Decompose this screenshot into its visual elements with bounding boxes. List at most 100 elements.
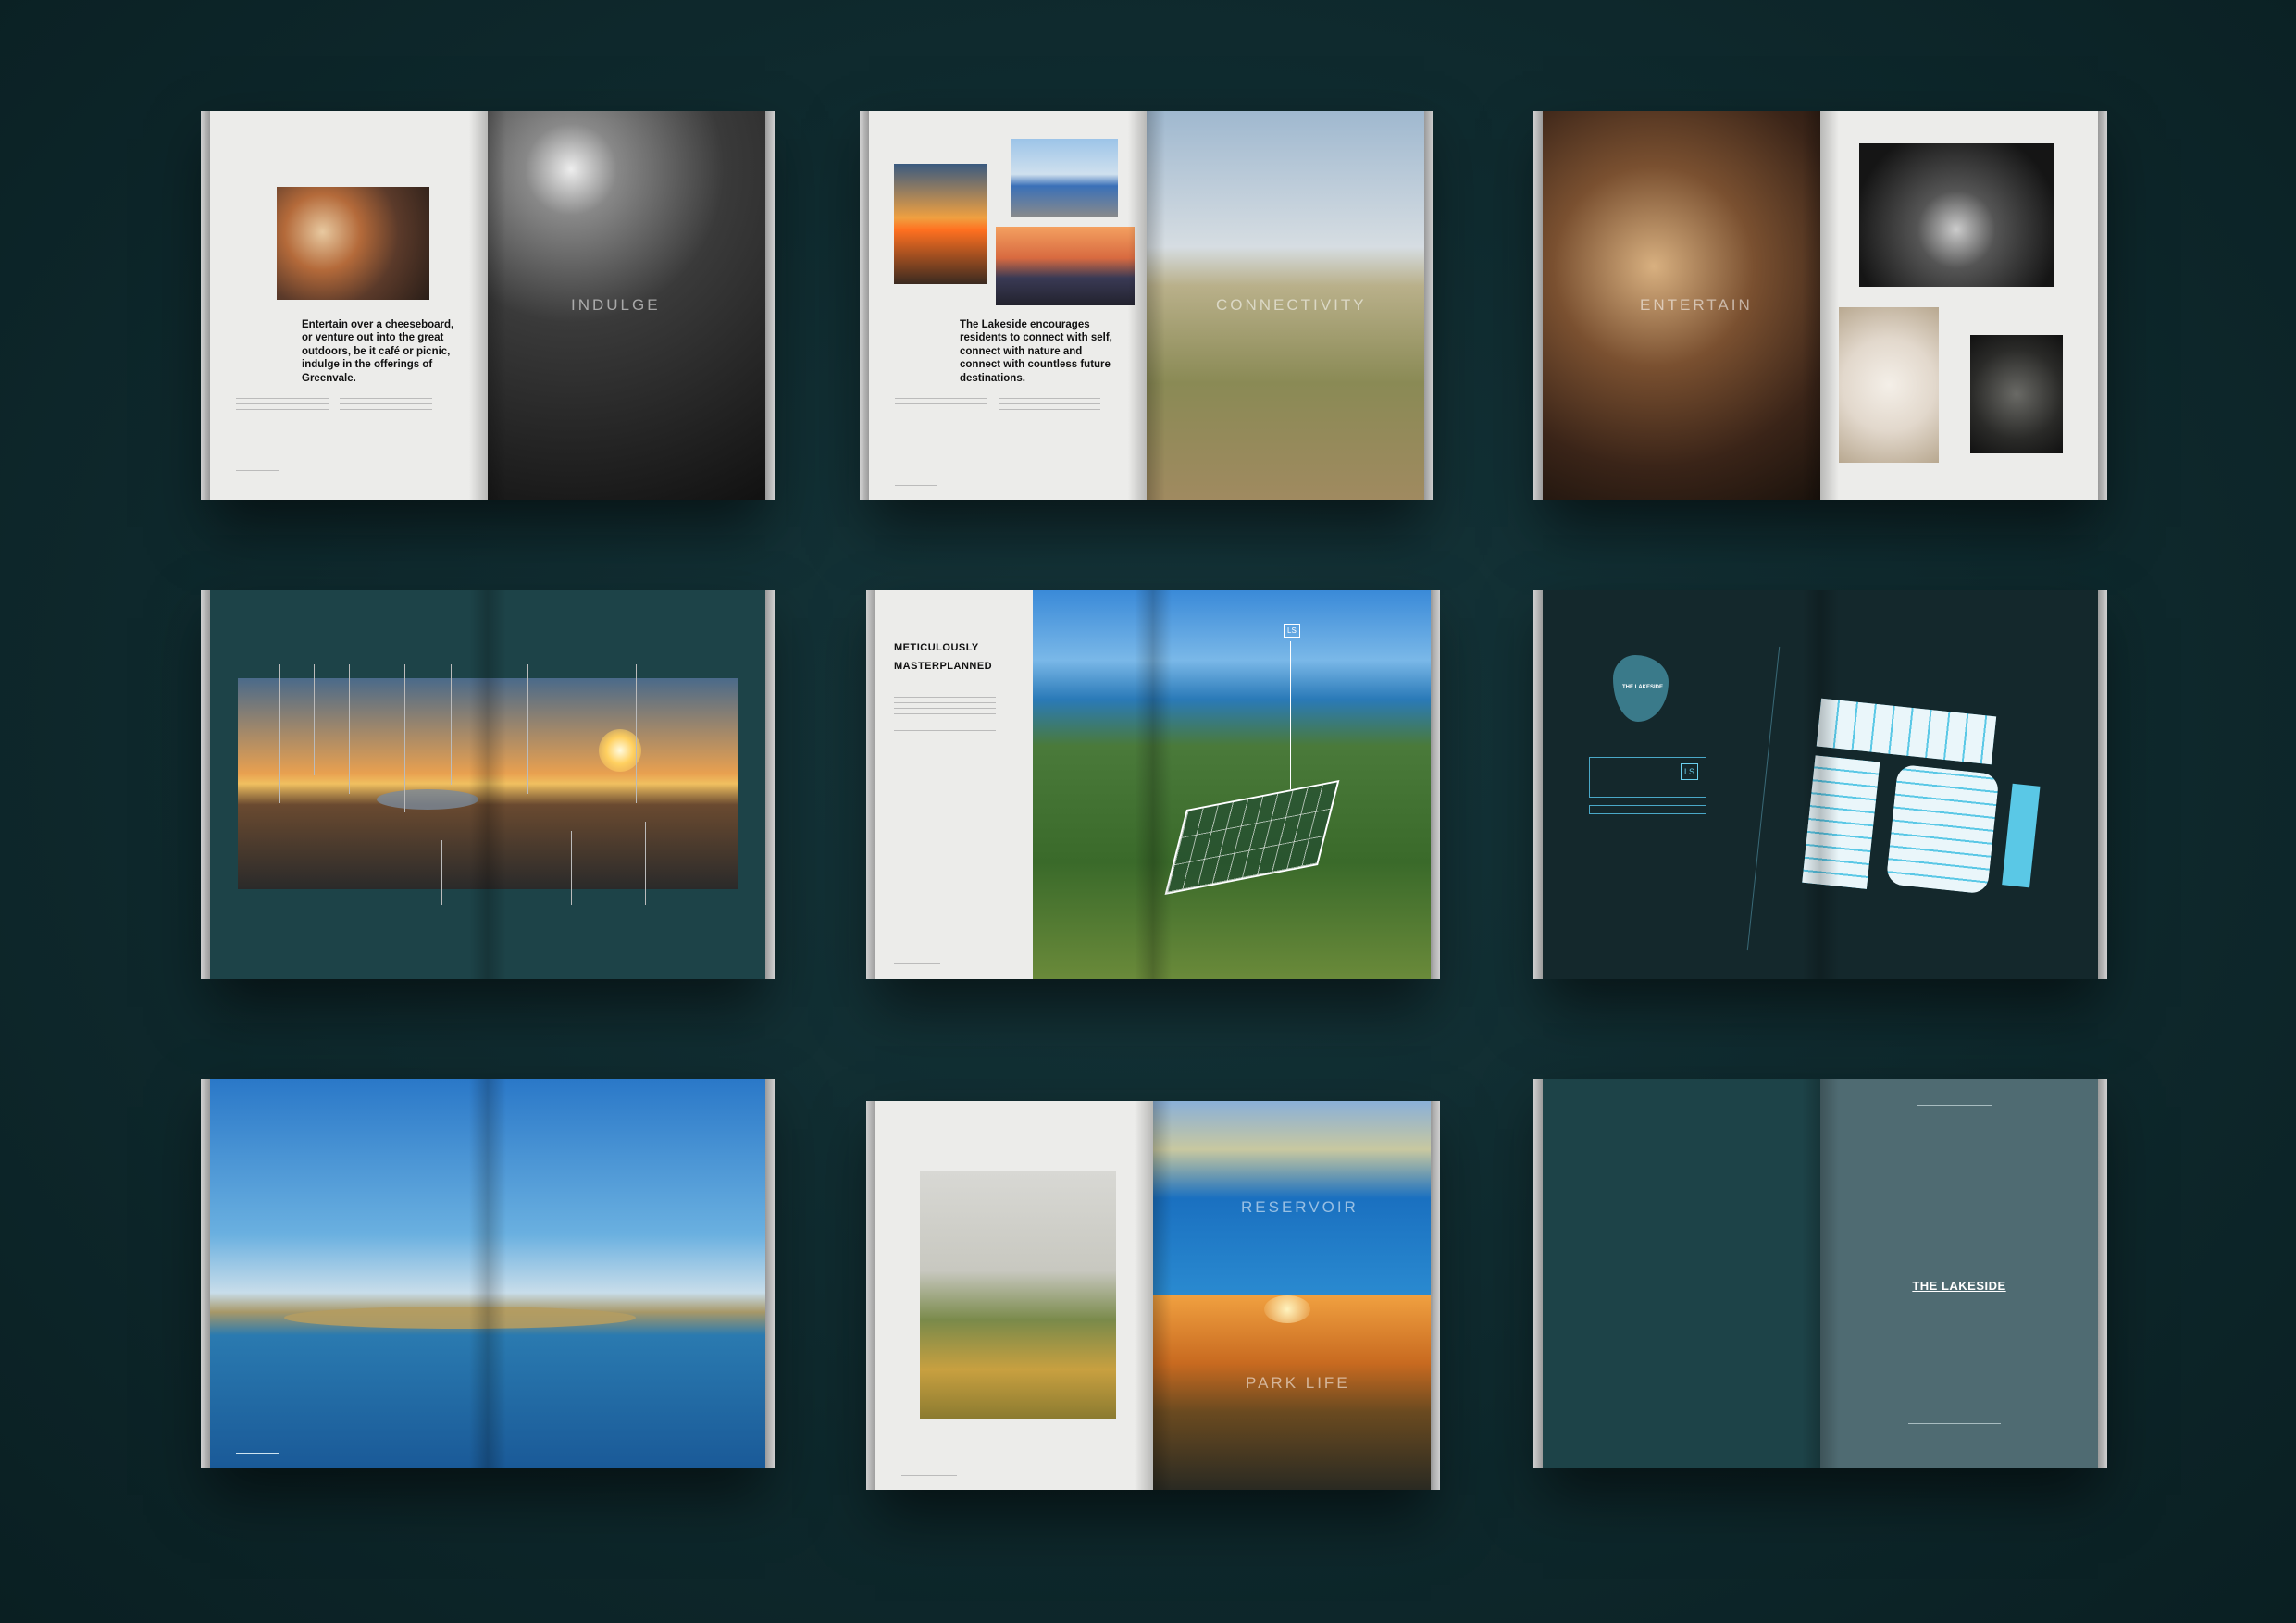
spread-masterplan: METICULOUSLY MASTERPLANNED LS bbox=[866, 590, 1440, 979]
cover-brand-wordmark: THE LAKESIDE bbox=[1912, 1279, 2006, 1293]
page-edge-right bbox=[765, 1079, 775, 1468]
market-bw-photo: INDULGE bbox=[488, 111, 765, 500]
cafe-coffee-photo bbox=[1839, 307, 1939, 463]
lot-block-top bbox=[1816, 698, 1997, 765]
spread-panorama bbox=[201, 590, 775, 979]
body-copy-line bbox=[340, 409, 432, 410]
mockup-canvas: { "spreads": { "indulge": { "headline": … bbox=[0, 0, 2296, 1623]
indulge-headline: Entertain over a cheeseboard, or venture… bbox=[302, 319, 454, 384]
food-platter-photo bbox=[277, 187, 429, 300]
sunset-photo bbox=[894, 164, 987, 284]
footer-line bbox=[901, 1475, 957, 1476]
road-line bbox=[1746, 646, 1781, 951]
footer-line bbox=[236, 1453, 279, 1454]
page-edge-left bbox=[866, 590, 875, 979]
spread-lake bbox=[201, 1079, 775, 1468]
body-copy-line bbox=[894, 702, 996, 703]
airport-aerial-photo: CONNECTIVITY bbox=[1147, 111, 1424, 500]
body-copy-line bbox=[236, 409, 329, 410]
body-copy-line bbox=[999, 403, 1100, 404]
callout-leader bbox=[645, 822, 646, 905]
callout-leader bbox=[349, 664, 350, 794]
lake-in-panorama bbox=[377, 789, 478, 810]
page-edge-left bbox=[201, 111, 210, 500]
entertain-right-page bbox=[1820, 111, 2098, 500]
page-edge-right bbox=[2098, 1079, 2107, 1468]
siteplan-legend-box: LS bbox=[1589, 757, 1706, 798]
reservoir-overlay-word: RESERVOIR bbox=[1241, 1198, 1359, 1216]
spine-shadow bbox=[469, 1079, 506, 1468]
body-copy-line bbox=[895, 403, 987, 404]
park-left-page bbox=[875, 1101, 1153, 1490]
callout-leader bbox=[636, 664, 637, 803]
entertain-overlay-word: ENTERTAIN bbox=[1640, 296, 1753, 314]
masterplan-heading-line1: METICULOUSLY bbox=[894, 642, 979, 653]
indulge-left-page: Entertain over a cheeseboard, or venture… bbox=[210, 111, 488, 500]
connectivity-headline: The Lakeside encourages residents to con… bbox=[960, 319, 1112, 384]
bartender-bw-photo bbox=[1859, 143, 2054, 287]
lot-grid-plan bbox=[1802, 698, 2065, 909]
siteplan-legend-mark: LS bbox=[1680, 763, 1698, 780]
masterplan-text-panel: METICULOUSLY MASTERPLANNED bbox=[875, 590, 1033, 979]
highway-photo bbox=[996, 227, 1135, 305]
lot-block-left bbox=[1802, 755, 1880, 889]
cover-front-page: THE LAKESIDE bbox=[1820, 1079, 2098, 1468]
body-copy-line bbox=[340, 398, 432, 399]
spread-siteplan: THE LAKESIDE LS bbox=[1533, 590, 2107, 979]
masterplan-heading-line2: MASTERPLANNED bbox=[894, 661, 993, 672]
page-edge-right bbox=[1431, 590, 1440, 979]
body-copy-line bbox=[894, 697, 996, 698]
bus-photo bbox=[1011, 139, 1118, 217]
park-life-overlay-word: PARK LIFE bbox=[1246, 1374, 1350, 1392]
callout-leader bbox=[404, 664, 405, 812]
location-pin-line bbox=[1290, 641, 1291, 789]
island-landmass bbox=[284, 1307, 636, 1329]
spread-entertain: ENTERTAIN bbox=[1533, 111, 2107, 500]
body-copy-line bbox=[999, 398, 1100, 399]
page-edge-right bbox=[1431, 1101, 1440, 1490]
connectivity-left-page: The Lakeside encourages residents to con… bbox=[869, 111, 1147, 500]
park-trees-photo bbox=[920, 1171, 1116, 1419]
footer-line bbox=[895, 485, 937, 486]
wine-cheers-photo: ENTERTAIN bbox=[1543, 111, 1820, 500]
cover-top-line bbox=[1917, 1105, 1992, 1106]
body-copy-line bbox=[999, 409, 1100, 410]
cover-back-page bbox=[1543, 1079, 1820, 1468]
body-copy-line bbox=[894, 730, 996, 731]
callout-leader bbox=[571, 831, 572, 905]
siteplan-logo-label: THE LAKESIDE bbox=[1622, 685, 1664, 690]
lot-overlay-grid bbox=[1164, 780, 1340, 895]
callout-leader bbox=[314, 664, 315, 775]
callout-leader bbox=[441, 840, 442, 905]
body-copy-line bbox=[895, 398, 987, 399]
callout-leader bbox=[279, 664, 280, 803]
page-edge-left bbox=[201, 590, 210, 979]
indulge-overlay-word: INDULGE bbox=[571, 296, 661, 314]
body-copy-line bbox=[236, 403, 329, 404]
callout-leader bbox=[527, 664, 528, 794]
park-life-photo: PARK LIFE bbox=[1153, 1295, 1431, 1490]
page-edge-left bbox=[1533, 1079, 1543, 1468]
page-edge-left bbox=[201, 1079, 210, 1468]
spread-park: RESERVOIR PARK LIFE bbox=[866, 1101, 1440, 1490]
lot-block-centre bbox=[1885, 763, 2000, 895]
masterplan-aerial-photo: LS bbox=[1033, 590, 1431, 979]
page-edge-left bbox=[860, 111, 869, 500]
body-copy-line bbox=[894, 708, 996, 709]
page-edge-right bbox=[1424, 111, 1433, 500]
restaurant-table-photo bbox=[1970, 335, 2063, 453]
park-right-page: RESERVOIR PARK LIFE bbox=[1153, 1101, 1431, 1490]
page-edge-left bbox=[866, 1101, 875, 1490]
page-edge-right bbox=[765, 590, 775, 979]
lot-block-right bbox=[2002, 783, 2041, 888]
sun-glow bbox=[1264, 1295, 1310, 1323]
page-edge-right bbox=[2098, 111, 2107, 500]
cover-bottom-line bbox=[1908, 1423, 2001, 1424]
spread-connectivity: The Lakeside encourages residents to con… bbox=[860, 111, 1433, 500]
page-edge-right bbox=[2098, 590, 2107, 979]
spread-indulge: Entertain over a cheeseboard, or venture… bbox=[201, 111, 775, 500]
body-copy-line bbox=[894, 713, 996, 714]
sunset-panorama-photo bbox=[238, 678, 738, 889]
siteplan-scale-bar bbox=[1589, 805, 1706, 814]
page-edge-left bbox=[1533, 111, 1543, 500]
